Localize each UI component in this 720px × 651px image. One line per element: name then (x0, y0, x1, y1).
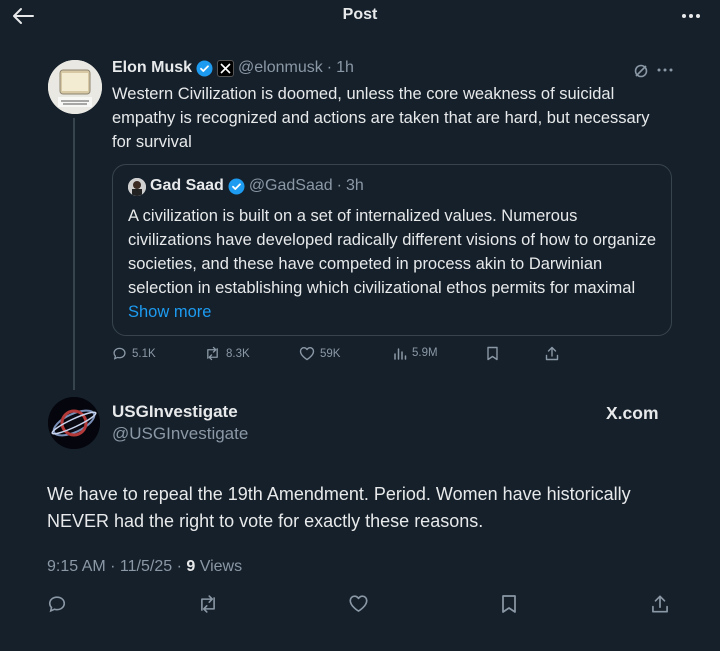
repost-icon (207, 346, 218, 361)
page-title: Post (342, 6, 378, 23)
tweet-header: Elon Musk @elonmusk · 1h (112, 59, 354, 77)
post-timestamp: 9:15 AM · 11/5/25 · (47, 558, 187, 575)
like-button[interactable] (348, 594, 370, 616)
more-options-button[interactable] (674, 4, 708, 28)
source-label: X.com (606, 403, 659, 423)
views-button[interactable]: 5.9M (393, 346, 438, 360)
more-icon (657, 68, 673, 72)
quoted-text: A civilization is built on a set of inte… (128, 207, 656, 297)
author-handle[interactable]: @elonmusk (238, 59, 323, 77)
quoted-author-name: Gad Saad (150, 177, 224, 194)
repost-count: 8.3K (226, 347, 250, 360)
verified-badge-icon (228, 178, 245, 194)
reply-count: 5.1K (132, 347, 156, 360)
reply-text: We have to repeal the 19th Amendment. Pe… (47, 484, 631, 531)
quoted-time: 3h (346, 177, 364, 194)
separator: · (326, 59, 333, 76)
show-more-link[interactable]: Show more (128, 303, 211, 321)
reply-author-name[interactable]: USGInvestigate (112, 402, 238, 422)
share-icon (652, 595, 668, 613)
repost-button[interactable]: 8.3K (204, 346, 250, 361)
tweet-more-button[interactable] (654, 62, 676, 78)
reply-button[interactable] (47, 594, 69, 616)
more-icon (682, 14, 700, 18)
reply-icon (48, 596, 66, 613)
share-button[interactable] (545, 346, 559, 361)
quoted-header: Gad Saad @GadSaad · 3h (150, 177, 364, 195)
post-meta: 9:15 AM · 11/5/25 · 9 Views (47, 558, 242, 576)
author-name[interactable]: Elon Musk (112, 59, 192, 77)
bookmark-button[interactable] (500, 594, 522, 616)
share-button[interactable] (651, 594, 673, 616)
like-count: 59K (320, 347, 341, 360)
views-icon (394, 348, 407, 360)
post-time[interactable]: 1h (336, 59, 354, 77)
bookmark-button[interactable] (486, 346, 499, 361)
quoted-handle: @GadSaad (248, 177, 333, 194)
like-icon (349, 595, 368, 612)
tweet-text: Western Civilization is doomed, unless t… (112, 85, 650, 151)
verified-badge-icon (196, 60, 213, 76)
grok-icon (634, 64, 648, 78)
repost-button[interactable] (197, 594, 219, 616)
repost-icon (201, 595, 215, 613)
reply-author-handle[interactable]: @USGInvestigate (112, 424, 248, 444)
quoted-text-block: A civilization is built on a set of inte… (128, 204, 658, 324)
views-count: 9 (186, 558, 196, 575)
reply-button[interactable]: 5.1K (112, 346, 156, 361)
avatar[interactable] (48, 60, 102, 114)
quoted-avatar (128, 178, 146, 196)
bookmark-icon (487, 346, 498, 361)
thread-connector (73, 118, 75, 390)
view-count: 5.9M (412, 347, 438, 359)
reply-icon (113, 347, 126, 360)
separator: · (336, 177, 342, 194)
affiliate-badge (217, 59, 235, 77)
views-label: Views (195, 558, 243, 575)
like-button[interactable]: 59K (299, 346, 340, 361)
bookmark-icon (502, 595, 516, 613)
x-logo-icon (220, 62, 231, 74)
grok-button[interactable] (632, 62, 650, 80)
share-icon (545, 346, 559, 361)
avatar[interactable] (48, 397, 100, 449)
like-icon (299, 347, 315, 361)
